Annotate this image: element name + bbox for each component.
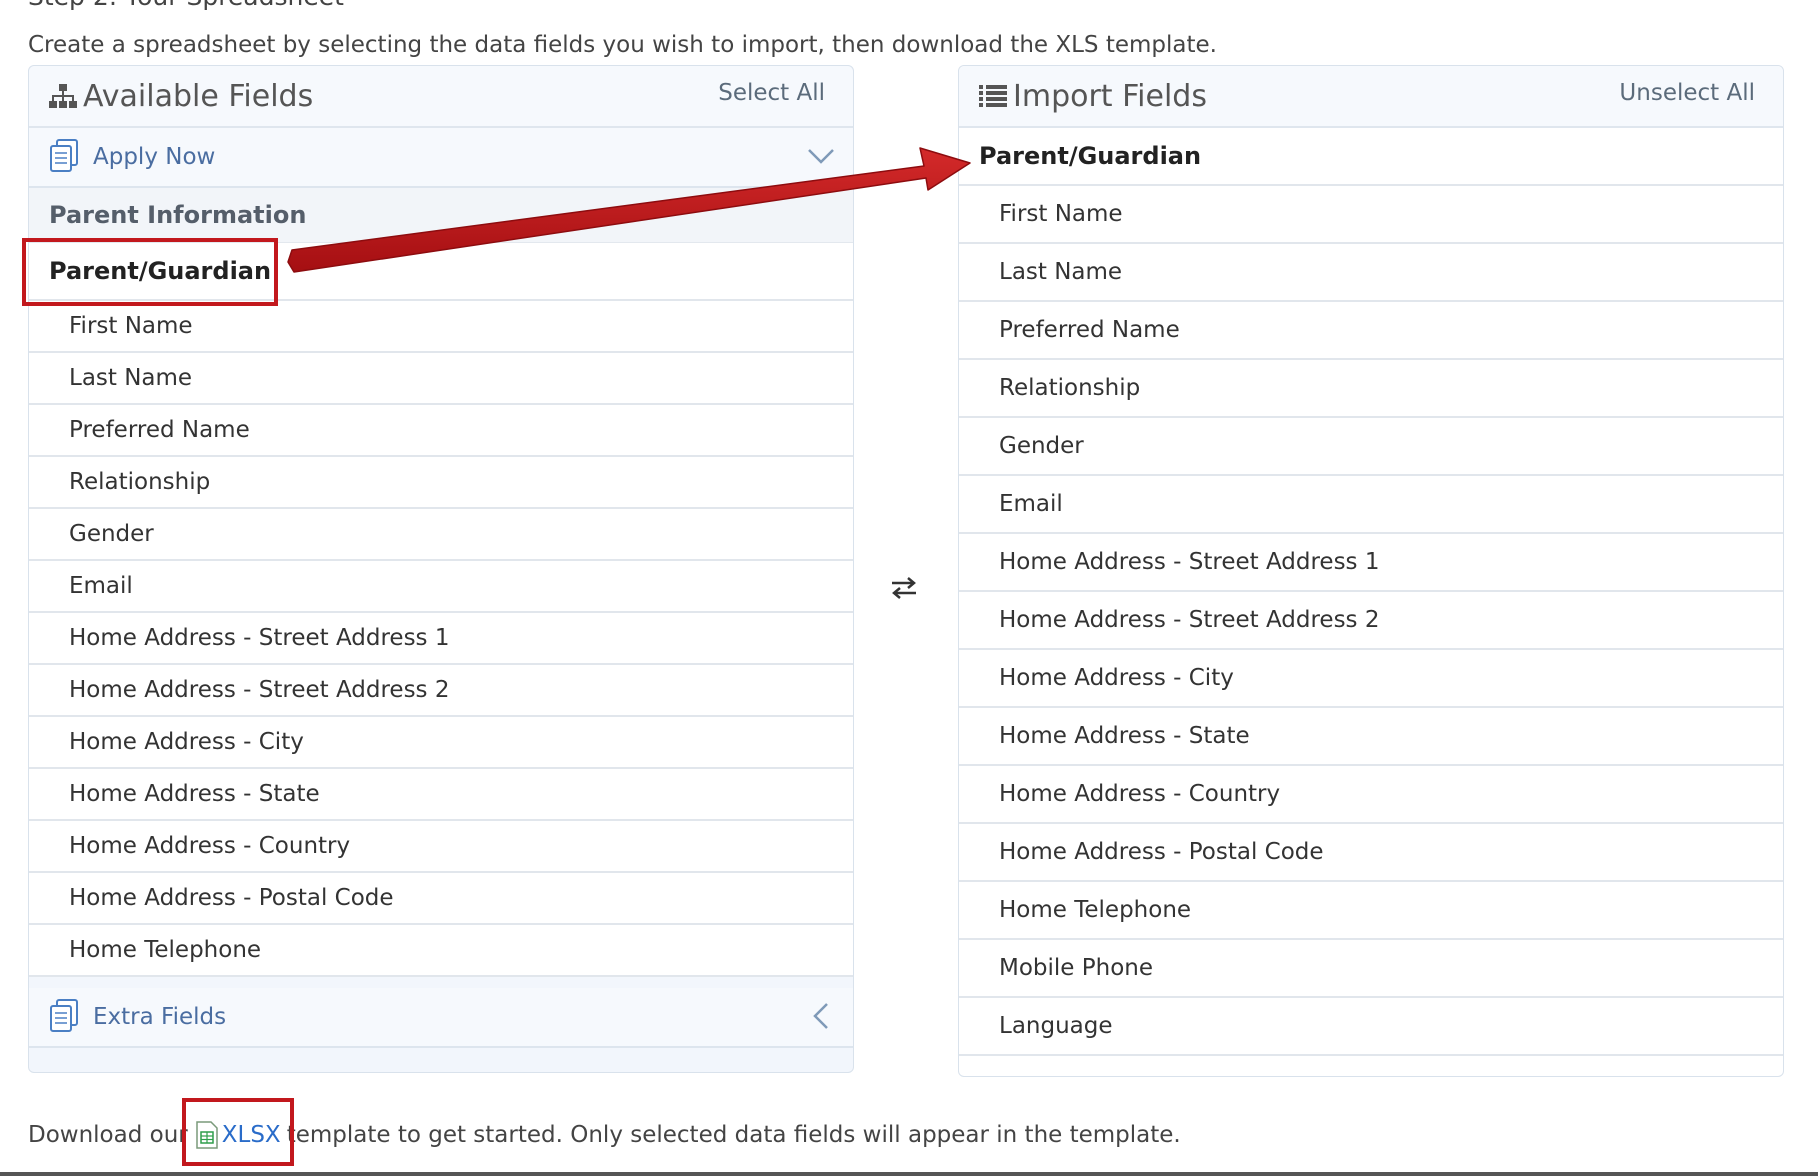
chevron-down-icon[interactable] xyxy=(805,140,837,172)
import-fields-header: Import Fields Unselect All xyxy=(959,66,1783,128)
list-item[interactable]: Home Address - Country xyxy=(959,766,1783,824)
page: Step 2: Your Spreadsheet Create a spread… xyxy=(0,0,1818,1176)
bottom-divider xyxy=(0,1172,1818,1176)
list-item[interactable]: Home Address - Street Address 1 xyxy=(29,613,853,665)
section-parent-information: Parent Information xyxy=(29,188,853,243)
list-item[interactable]: First Name xyxy=(29,301,853,353)
instructions-text: Create a spreadsheet by selecting the da… xyxy=(28,32,1217,58)
list-item[interactable]: Home Address - State xyxy=(29,769,853,821)
list-item[interactable]: Home Address - Street Address 2 xyxy=(959,592,1783,650)
group-apply-now[interactable]: Apply Now xyxy=(29,128,853,188)
footer-text: Download our XLSX template to get starte… xyxy=(28,1121,1181,1149)
list-item[interactable]: Language xyxy=(959,998,1783,1056)
list-item[interactable]: Home Address - State xyxy=(959,708,1783,766)
list-icon xyxy=(979,82,1007,110)
group-extra-fields-label: Extra Fields xyxy=(93,1004,227,1030)
list-item[interactable]: Home Address - Postal Code xyxy=(959,824,1783,882)
unselect-all-button[interactable]: Unselect All xyxy=(1619,80,1755,106)
available-parent-guardian-item[interactable]: Parent/Guardian xyxy=(29,243,853,301)
xlsx-download-link[interactable]: XLSX xyxy=(222,1122,281,1148)
list-item[interactable]: Gender xyxy=(29,509,853,561)
list-item[interactable]: Email xyxy=(959,476,1783,534)
documents-icon xyxy=(49,139,79,175)
group-extra-fields[interactable]: Extra Fields xyxy=(29,988,853,1048)
available-fields-list: Parent/Guardian First Name Last Name Pre… xyxy=(29,243,853,977)
documents-icon xyxy=(49,999,79,1035)
chevron-left-icon[interactable] xyxy=(805,1000,837,1032)
spreadsheet-file-icon[interactable] xyxy=(196,1121,218,1149)
import-fields-panel: Import Fields Unselect All Parent/Guardi… xyxy=(958,65,1784,1077)
list-item[interactable]: Mobile Phone xyxy=(959,940,1783,998)
list-item[interactable]: Preferred Name xyxy=(29,405,853,457)
import-parent-guardian-item[interactable]: Parent/Guardian xyxy=(959,128,1783,186)
list-item[interactable]: Home Address - City xyxy=(29,717,853,769)
available-fields-title: Available Fields xyxy=(83,78,314,114)
list-item[interactable]: Relationship xyxy=(29,457,853,509)
group-apply-now-label: Apply Now xyxy=(93,144,216,170)
list-item[interactable]: Home Address - Country xyxy=(29,821,853,873)
available-fields-panel: Available Fields Select All Apply Now Pa… xyxy=(28,65,854,1073)
footer-suffix: template to get started. Only selected d… xyxy=(286,1122,1181,1148)
list-item[interactable]: Home Address - Street Address 1 xyxy=(959,534,1783,592)
available-fields-header: Available Fields Select All xyxy=(29,66,853,128)
list-item[interactable]: Email xyxy=(29,561,853,613)
list-item[interactable]: Home Address - Postal Code xyxy=(29,873,853,925)
import-fields-title: Import Fields xyxy=(1013,78,1207,114)
list-item[interactable]: Last Name xyxy=(29,353,853,405)
list-item[interactable]: First Name xyxy=(959,186,1783,244)
section-parent-information-label: Parent Information xyxy=(49,201,307,229)
footer-prefix: Download our xyxy=(28,1122,188,1148)
step-title: Step 2: Your Spreadsheet xyxy=(28,0,344,11)
list-item[interactable]: Home Address - City xyxy=(959,650,1783,708)
sitemap-icon xyxy=(49,82,77,110)
list-item[interactable]: Last Name xyxy=(959,244,1783,302)
list-item[interactable]: Preferred Name xyxy=(959,302,1783,360)
list-item[interactable]: Home Telephone xyxy=(959,882,1783,940)
list-item[interactable]: Home Telephone xyxy=(29,925,853,977)
list-item[interactable]: Gender xyxy=(959,418,1783,476)
swap-arrows-icon[interactable] xyxy=(888,572,920,604)
select-all-button[interactable]: Select All xyxy=(718,80,825,106)
list-item[interactable]: Relationship xyxy=(959,360,1783,418)
list-item[interactable]: Home Address - Street Address 2 xyxy=(29,665,853,717)
import-fields-list: Parent/Guardian First Name Last Name Pre… xyxy=(959,128,1783,1056)
